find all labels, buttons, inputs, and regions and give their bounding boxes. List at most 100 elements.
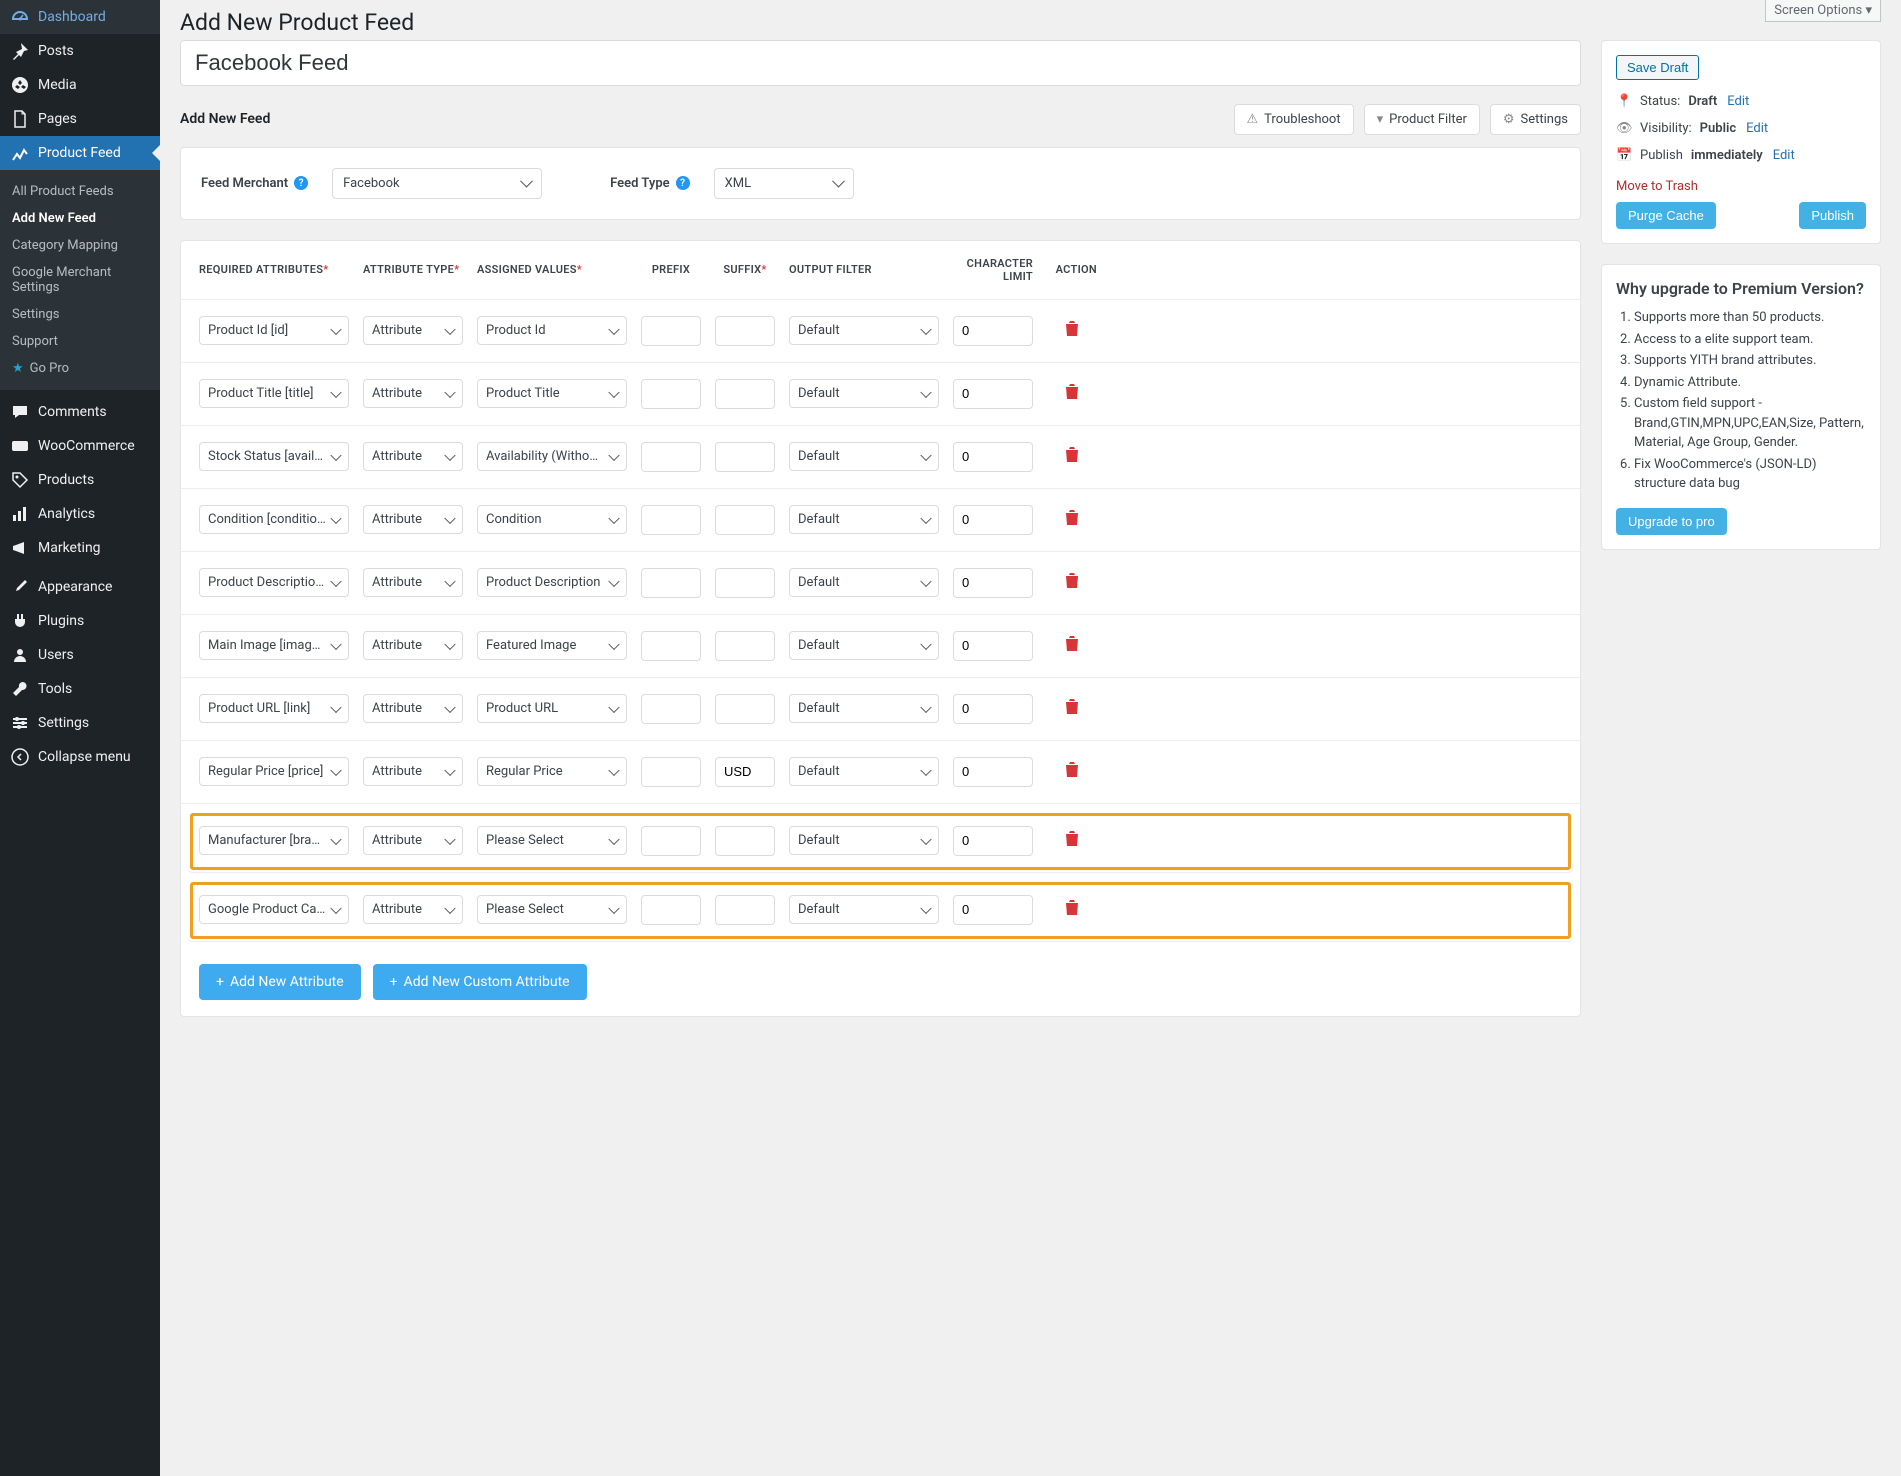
suffix-input[interactable] [715,379,775,409]
attribute-type-select[interactable]: Attribute [363,694,463,723]
help-icon[interactable]: ? [294,176,308,190]
attribute-type-select[interactable]: Attribute [363,568,463,597]
publish-button[interactable]: Publish [1799,202,1866,229]
delete-row-button[interactable] [1065,386,1079,404]
required-attribute-select[interactable]: Product Description [description] [199,568,349,597]
assigned-value-select[interactable]: Please Select [477,895,627,924]
assigned-value-select[interactable]: Product Id [477,316,627,345]
submenu-item[interactable]: Category Mapping [0,232,160,259]
required-attribute-select[interactable]: Stock Status [availability] [199,442,349,471]
delete-row-button[interactable] [1065,902,1079,920]
assigned-value-select[interactable]: Condition [477,505,627,534]
attribute-type-select[interactable]: Attribute [363,505,463,534]
sidebar-item-appearance[interactable]: Appearance [0,570,160,604]
help-icon[interactable]: ? [676,176,690,190]
sidebar-item-posts[interactable]: Posts [0,34,160,68]
delete-row-button[interactable] [1065,833,1079,851]
prefix-input[interactable] [641,379,701,409]
prefix-input[interactable] [641,505,701,535]
output-filter-select[interactable]: Default [789,505,939,534]
limit-input[interactable] [953,316,1033,346]
attribute-type-select[interactable]: Attribute [363,826,463,855]
attribute-type-select[interactable]: Attribute [363,442,463,471]
output-filter-select[interactable]: Default [789,895,939,924]
assigned-value-select[interactable]: Product URL [477,694,627,723]
output-filter-select[interactable]: Default [789,694,939,723]
edit-publish-link[interactable]: Edit [1773,148,1795,163]
output-filter-select[interactable]: Default [789,631,939,660]
feed-title-input[interactable] [180,40,1581,86]
prefix-input[interactable] [641,757,701,787]
sidebar-item-collapse-menu[interactable]: Collapse menu [0,740,160,774]
add-custom-attribute-button[interactable]: +Add New Custom Attribute [373,964,587,1000]
sidebar-item-product-feed[interactable]: Product Feed [0,136,160,170]
limit-input[interactable] [953,895,1033,925]
upgrade-button[interactable]: Upgrade to pro [1616,508,1727,535]
delete-row-button[interactable] [1065,575,1079,593]
delete-row-button[interactable] [1065,449,1079,467]
required-attribute-select[interactable]: Product Title [title] [199,379,349,408]
suffix-input[interactable] [715,631,775,661]
assigned-value-select[interactable]: Product Title [477,379,627,408]
sidebar-item-comments[interactable]: Comments [0,395,160,429]
delete-row-button[interactable] [1065,764,1079,782]
suffix-input[interactable] [715,442,775,472]
delete-row-button[interactable] [1065,638,1079,656]
settings-button[interactable]: ⚙Settings [1490,104,1581,135]
required-attribute-select[interactable]: Main Image [image_link] [199,631,349,660]
delete-row-button[interactable] [1065,323,1079,341]
limit-input[interactable] [953,757,1033,787]
sidebar-item-products[interactable]: Products [0,463,160,497]
suffix-input[interactable] [715,895,775,925]
suffix-input[interactable] [715,757,775,787]
assigned-value-select[interactable]: Regular Price [477,757,627,786]
suffix-input[interactable] [715,316,775,346]
suffix-input[interactable] [715,568,775,598]
required-attribute-select[interactable]: Manufacturer [brand] [199,826,349,855]
prefix-input[interactable] [641,316,701,346]
sidebar-item-plugins[interactable]: Plugins [0,604,160,638]
sidebar-item-users[interactable]: Users [0,638,160,672]
assigned-value-select[interactable]: Availability (Without Underscore) [477,442,627,471]
prefix-input[interactable] [641,631,701,661]
output-filter-select[interactable]: Default [789,757,939,786]
limit-input[interactable] [953,631,1033,661]
assigned-value-select[interactable]: Product Description [477,568,627,597]
submenu-item[interactable]: Support [0,328,160,355]
required-attribute-select[interactable]: Regular Price [price] [199,757,349,786]
submenu-item[interactable]: Settings [0,301,160,328]
delete-row-button[interactable] [1065,701,1079,719]
edit-status-link[interactable]: Edit [1727,94,1749,109]
submenu-item[interactable]: Google Merchant Settings [0,259,160,301]
prefix-input[interactable] [641,442,701,472]
troubleshoot-button[interactable]: ⚠Troubleshoot [1234,104,1354,135]
required-attribute-select[interactable]: Google Product Category [google_product_… [199,895,349,924]
output-filter-select[interactable]: Default [789,568,939,597]
output-filter-select[interactable]: Default [789,826,939,855]
product-filter-button[interactable]: ▾Product Filter [1364,104,1480,135]
assigned-value-select[interactable]: Please Select [477,826,627,855]
delete-row-button[interactable] [1065,512,1079,530]
feed-type-select[interactable]: XML [714,168,854,199]
attribute-type-select[interactable]: Attribute [363,895,463,924]
submenu-item[interactable]: ★Go Pro [0,355,160,382]
move-to-trash-link[interactable]: Move to Trash [1616,179,1698,194]
output-filter-select[interactable]: Default [789,316,939,345]
required-attribute-select[interactable]: Product URL [link] [199,694,349,723]
suffix-input[interactable] [715,826,775,856]
screen-options-toggle[interactable]: Screen Options ▾ [1765,0,1881,22]
feed-merchant-select[interactable]: Facebook [332,168,542,199]
attribute-type-select[interactable]: Attribute [363,379,463,408]
suffix-input[interactable] [715,694,775,724]
edit-visibility-link[interactable]: Edit [1746,121,1768,136]
sidebar-item-dashboard[interactable]: Dashboard [0,0,160,34]
prefix-input[interactable] [641,568,701,598]
limit-input[interactable] [953,826,1033,856]
sidebar-item-media[interactable]: Media [0,68,160,102]
limit-input[interactable] [953,568,1033,598]
limit-input[interactable] [953,442,1033,472]
sidebar-item-analytics[interactable]: Analytics [0,497,160,531]
required-attribute-select[interactable]: Condition [condition] [199,505,349,534]
purge-cache-button[interactable]: Purge Cache [1616,202,1716,229]
submenu-item[interactable]: All Product Feeds [0,178,160,205]
